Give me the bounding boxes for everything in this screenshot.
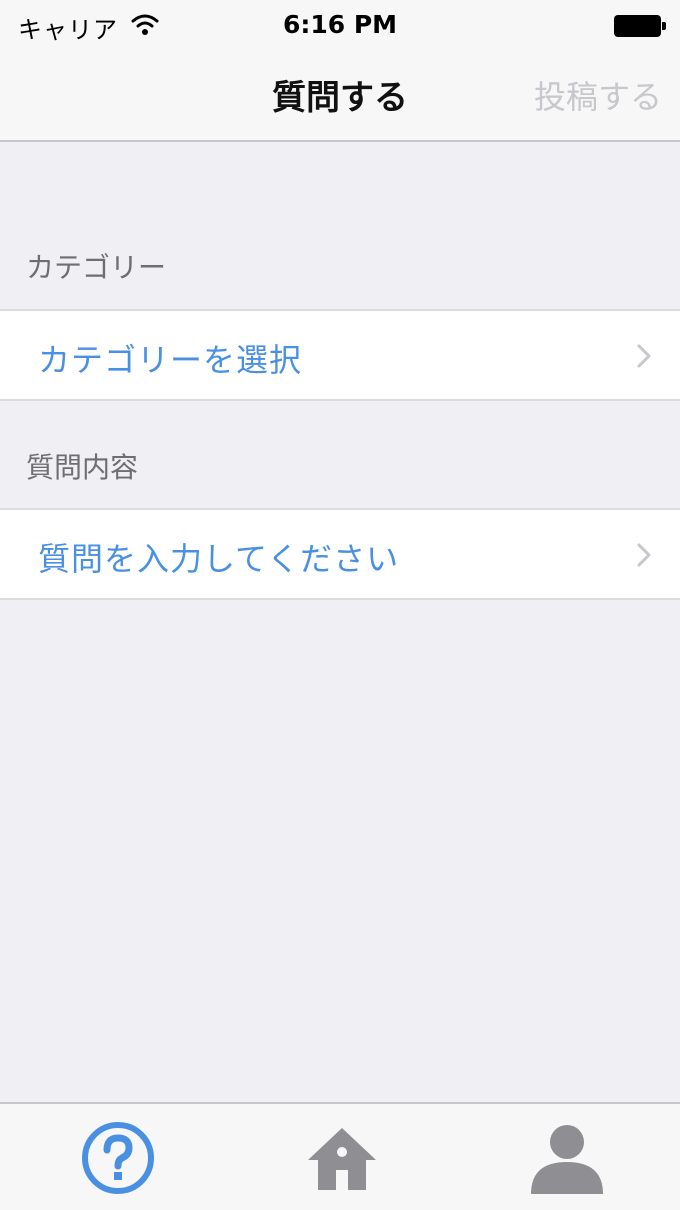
enter-question-cell[interactable]: 質問を入力してください (0, 508, 680, 600)
status-time: 6:16 PM (282, 10, 398, 39)
category-section-header: カテゴリー (26, 251, 167, 284)
chevron-right-icon (637, 543, 651, 567)
navigation-bar: 質問する 投稿する (0, 50, 680, 142)
home-icon (308, 1128, 376, 1190)
question-icon (82, 1122, 154, 1194)
post-button[interactable]: 投稿する (534, 72, 662, 118)
person-icon (531, 1125, 603, 1194)
select-category-cell[interactable]: カテゴリーを選択 (0, 309, 680, 401)
enter-question-label: 質問を入力してください (38, 540, 400, 578)
battery-icon (614, 15, 666, 37)
chevron-right-icon (637, 344, 651, 368)
select-category-label: カテゴリーを選択 (38, 341, 303, 379)
status-bar: キャリア 6:16 PM (0, 0, 680, 50)
tab-profile[interactable] (527, 1118, 607, 1198)
content-section-header: 質問内容 (26, 451, 139, 484)
tab-bar (0, 1102, 680, 1210)
tab-question[interactable] (78, 1118, 158, 1198)
screen: キャリア 6:16 PM 質問する 投稿する カテゴリー カテゴリーを選択 質問… (0, 0, 680, 1210)
tab-home[interactable] (302, 1118, 382, 1198)
